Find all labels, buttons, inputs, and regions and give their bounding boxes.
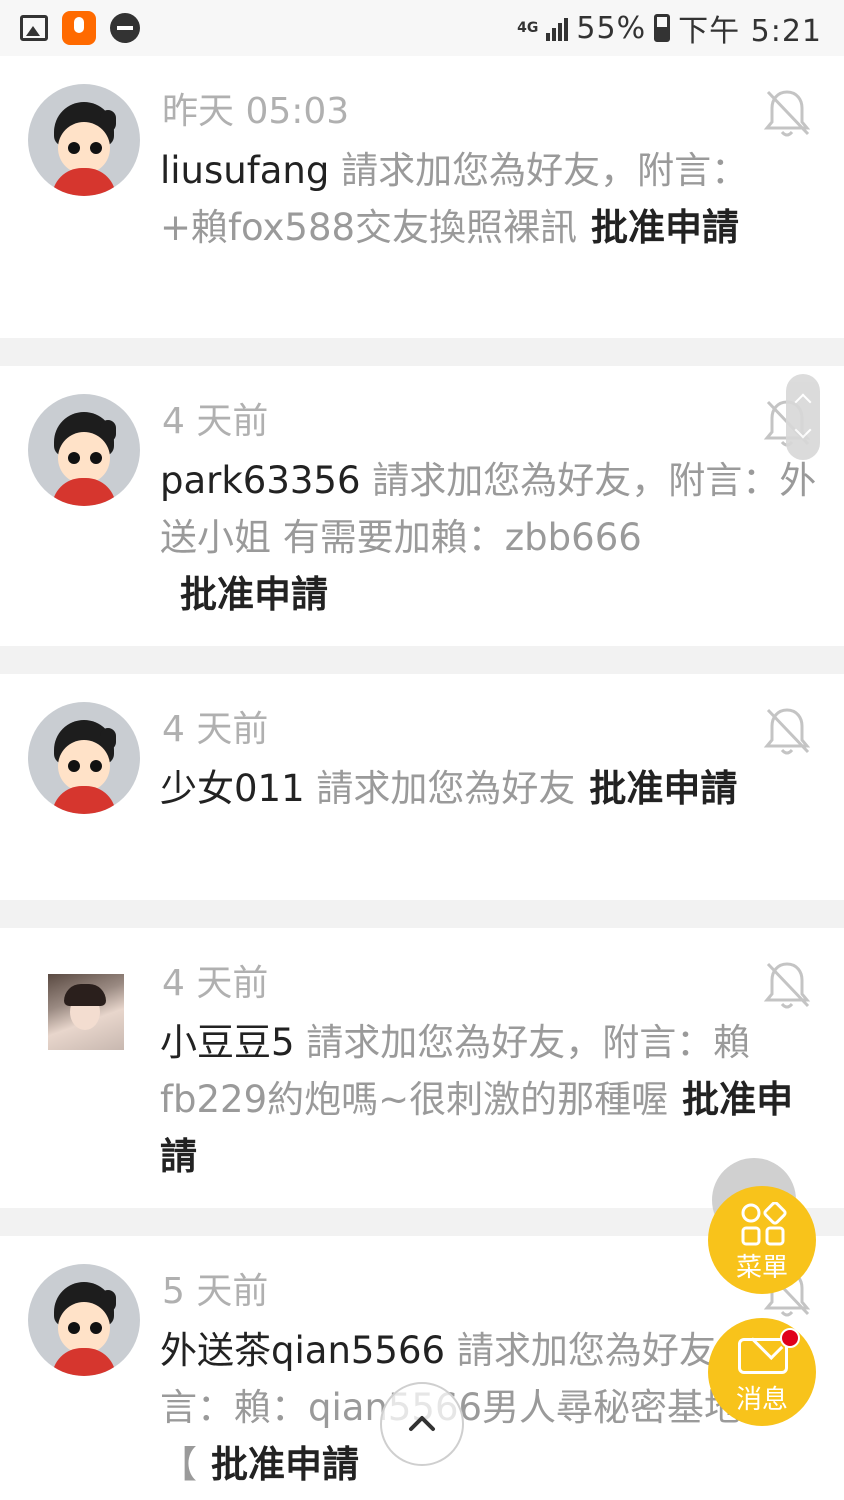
avatar[interactable] [28, 84, 140, 196]
approve-link[interactable]: 批准申請 [211, 1443, 359, 1486]
avatar[interactable] [28, 394, 140, 506]
avatar[interactable] [28, 702, 140, 814]
network-type: 4G [517, 20, 539, 36]
notification-time: 4 天前 [162, 963, 269, 1004]
menu-label: 菜單 [735, 1253, 788, 1283]
notification-text: 少女011 請求加您為好友 批准申請 [160, 760, 760, 817]
menu-button[interactable]: 菜單 [708, 1186, 816, 1294]
do-not-disturb-icon [110, 13, 140, 43]
fast-scroll-handle[interactable] [786, 374, 820, 460]
gallery-icon [20, 15, 48, 41]
mic-icon [62, 11, 96, 45]
notification-card[interactable]: 4 天前 park63356 請求加您為好友，附言：外送小姐 有需要加賴：zbb… [0, 366, 844, 646]
notification-text: liusufang 請求加您為好友，附言：+賴fox588交友換照裸訊 批准申請 [160, 142, 810, 256]
username-link[interactable]: liusufang [160, 149, 329, 192]
username-link[interactable]: 外送茶qian5566 [160, 1329, 445, 1372]
avatar[interactable] [48, 974, 124, 1050]
notification-text: 外送茶qian5566 請求加您為好友，附言：賴：qian5566男人尋秘密基地… [160, 1322, 800, 1493]
signal-icon [546, 15, 569, 41]
bell-off-icon[interactable] [762, 704, 812, 758]
notification-text: park63356 請求加您為好友，附言：外送小姐 有需要加賴：zbb666 批准… [160, 452, 820, 623]
notification-time: 5 天前 [162, 1271, 269, 1312]
unread-badge [780, 1328, 800, 1348]
chevron-up-icon [409, 1416, 435, 1431]
avatar[interactable] [28, 1264, 140, 1376]
approve-link[interactable]: 批准申請 [591, 206, 739, 249]
notification-time: 4 天前 [162, 709, 269, 750]
messages-button[interactable]: 消息 [708, 1318, 816, 1426]
request-text: 請求加您為好友 [304, 767, 576, 810]
username-link[interactable]: 小豆豆5 [160, 1021, 295, 1064]
mail-icon [738, 1338, 788, 1374]
notification-time: 昨天 05:03 [162, 91, 350, 132]
grid-icon [741, 1202, 787, 1246]
notification-card[interactable]: 昨天 05:03 liusufang 請求加您為好友，附言：+賴fox588交友… [0, 56, 844, 338]
approve-link[interactable]: 批准申請 [180, 573, 328, 616]
bell-off-icon[interactable] [762, 958, 812, 1012]
battery-percent: 55% [576, 10, 647, 46]
scroll-to-top-button[interactable] [380, 1382, 464, 1466]
notification-card[interactable]: 4 天前 少女011 請求加您為好友 批准申請 [0, 674, 844, 900]
messages-label: 消息 [735, 1385, 788, 1415]
status-bar: 4G 55% 下午 5:21 [0, 0, 844, 56]
notification-card[interactable]: 4 天前 小豆豆5 請求加您為好友，附言：賴fb229約炮嗎~很刺激的那種喔 批准… [0, 928, 844, 1208]
bell-off-icon[interactable] [762, 86, 812, 140]
username-link[interactable]: 少女011 [160, 767, 305, 810]
battery-icon [654, 14, 671, 42]
clock: 下午 5:21 [678, 14, 822, 49]
username-link[interactable]: park63356 [160, 459, 361, 502]
notification-text: 小豆豆5 請求加您為好友，附言：賴fb229約炮嗎~很刺激的那種喔 批准申請 [160, 1014, 820, 1185]
approve-link[interactable]: 批准申請 [589, 767, 737, 810]
notification-time: 4 天前 [162, 401, 269, 442]
